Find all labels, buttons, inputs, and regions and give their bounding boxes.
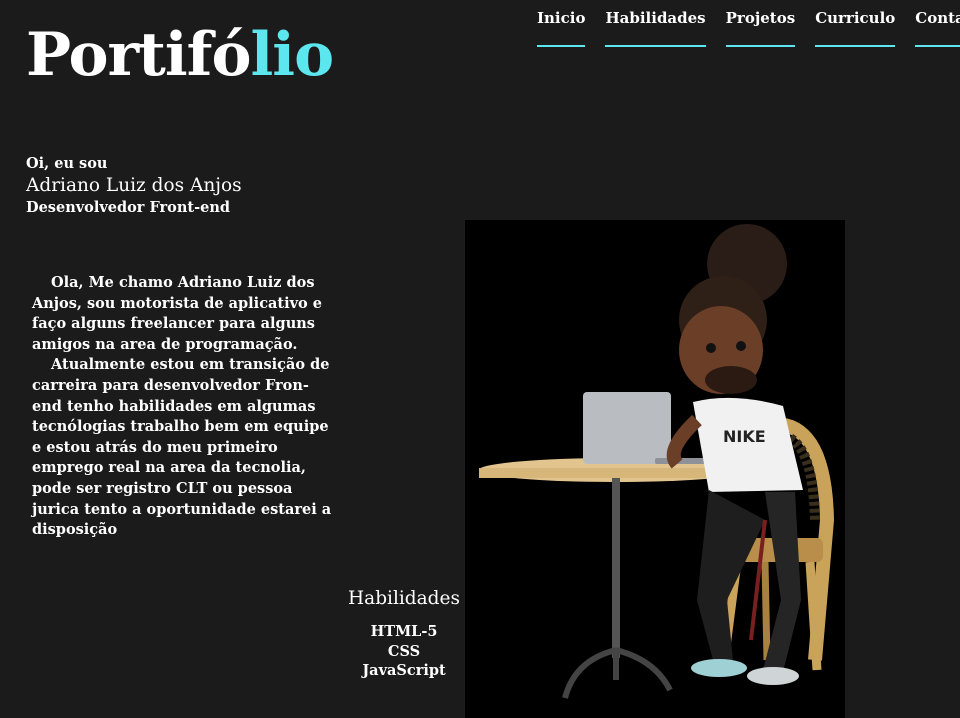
profile-photo: NIKE bbox=[465, 220, 845, 718]
avatar-figure: NIKE bbox=[666, 224, 803, 685]
intro-name: Adriano Luiz dos Anjos bbox=[26, 175, 242, 196]
nav-link-contatos[interactable]: Contatos bbox=[915, 9, 960, 47]
skill-item-javascript: JavaScript bbox=[362, 662, 446, 679]
skills-title: Habilidades bbox=[348, 588, 460, 609]
svg-text:NIKE: NIKE bbox=[723, 427, 766, 446]
skills-list: HTML-5 CSS JavaScript bbox=[336, 622, 472, 681]
bio-paragraph-2: Atualmente estou em transição de carreir… bbox=[32, 356, 332, 539]
intro-role: Desenvolvedor Front-end bbox=[26, 199, 230, 216]
main-nav: Inicio Habilidades Projetos Curriculo Co… bbox=[537, 9, 960, 47]
skills-section: Habilidades HTML-5 CSS JavaScript bbox=[336, 586, 472, 681]
skill-item-html: HTML-5 bbox=[370, 623, 438, 640]
nav-link-habilidades[interactable]: Habilidades bbox=[605, 9, 706, 47]
logo-text-main: Portifó bbox=[26, 20, 251, 90]
nav-link-inicio[interactable]: Inicio bbox=[537, 9, 586, 47]
bio-section: Ola, Me chamo Adriano Luiz dos Anjos, so… bbox=[32, 273, 338, 541]
logo-text-accent: lio bbox=[250, 20, 334, 90]
intro-greeting: Oi, eu sou bbox=[26, 155, 108, 172]
skill-item-css: CSS bbox=[387, 642, 421, 660]
bio-paragraph-1: Ola, Me chamo Adriano Luiz dos Anjos, so… bbox=[32, 274, 322, 353]
nav-link-curriculo[interactable]: Curriculo bbox=[815, 9, 896, 47]
avatar-at-laptop-illustration: NIKE bbox=[479, 224, 835, 699]
nav-link-projetos[interactable]: Projetos bbox=[725, 9, 796, 47]
intro-section: Oi, eu sou Adriano Luiz dos Anjos Desenv… bbox=[26, 155, 242, 217]
site-logo: Portifólio bbox=[26, 16, 334, 94]
